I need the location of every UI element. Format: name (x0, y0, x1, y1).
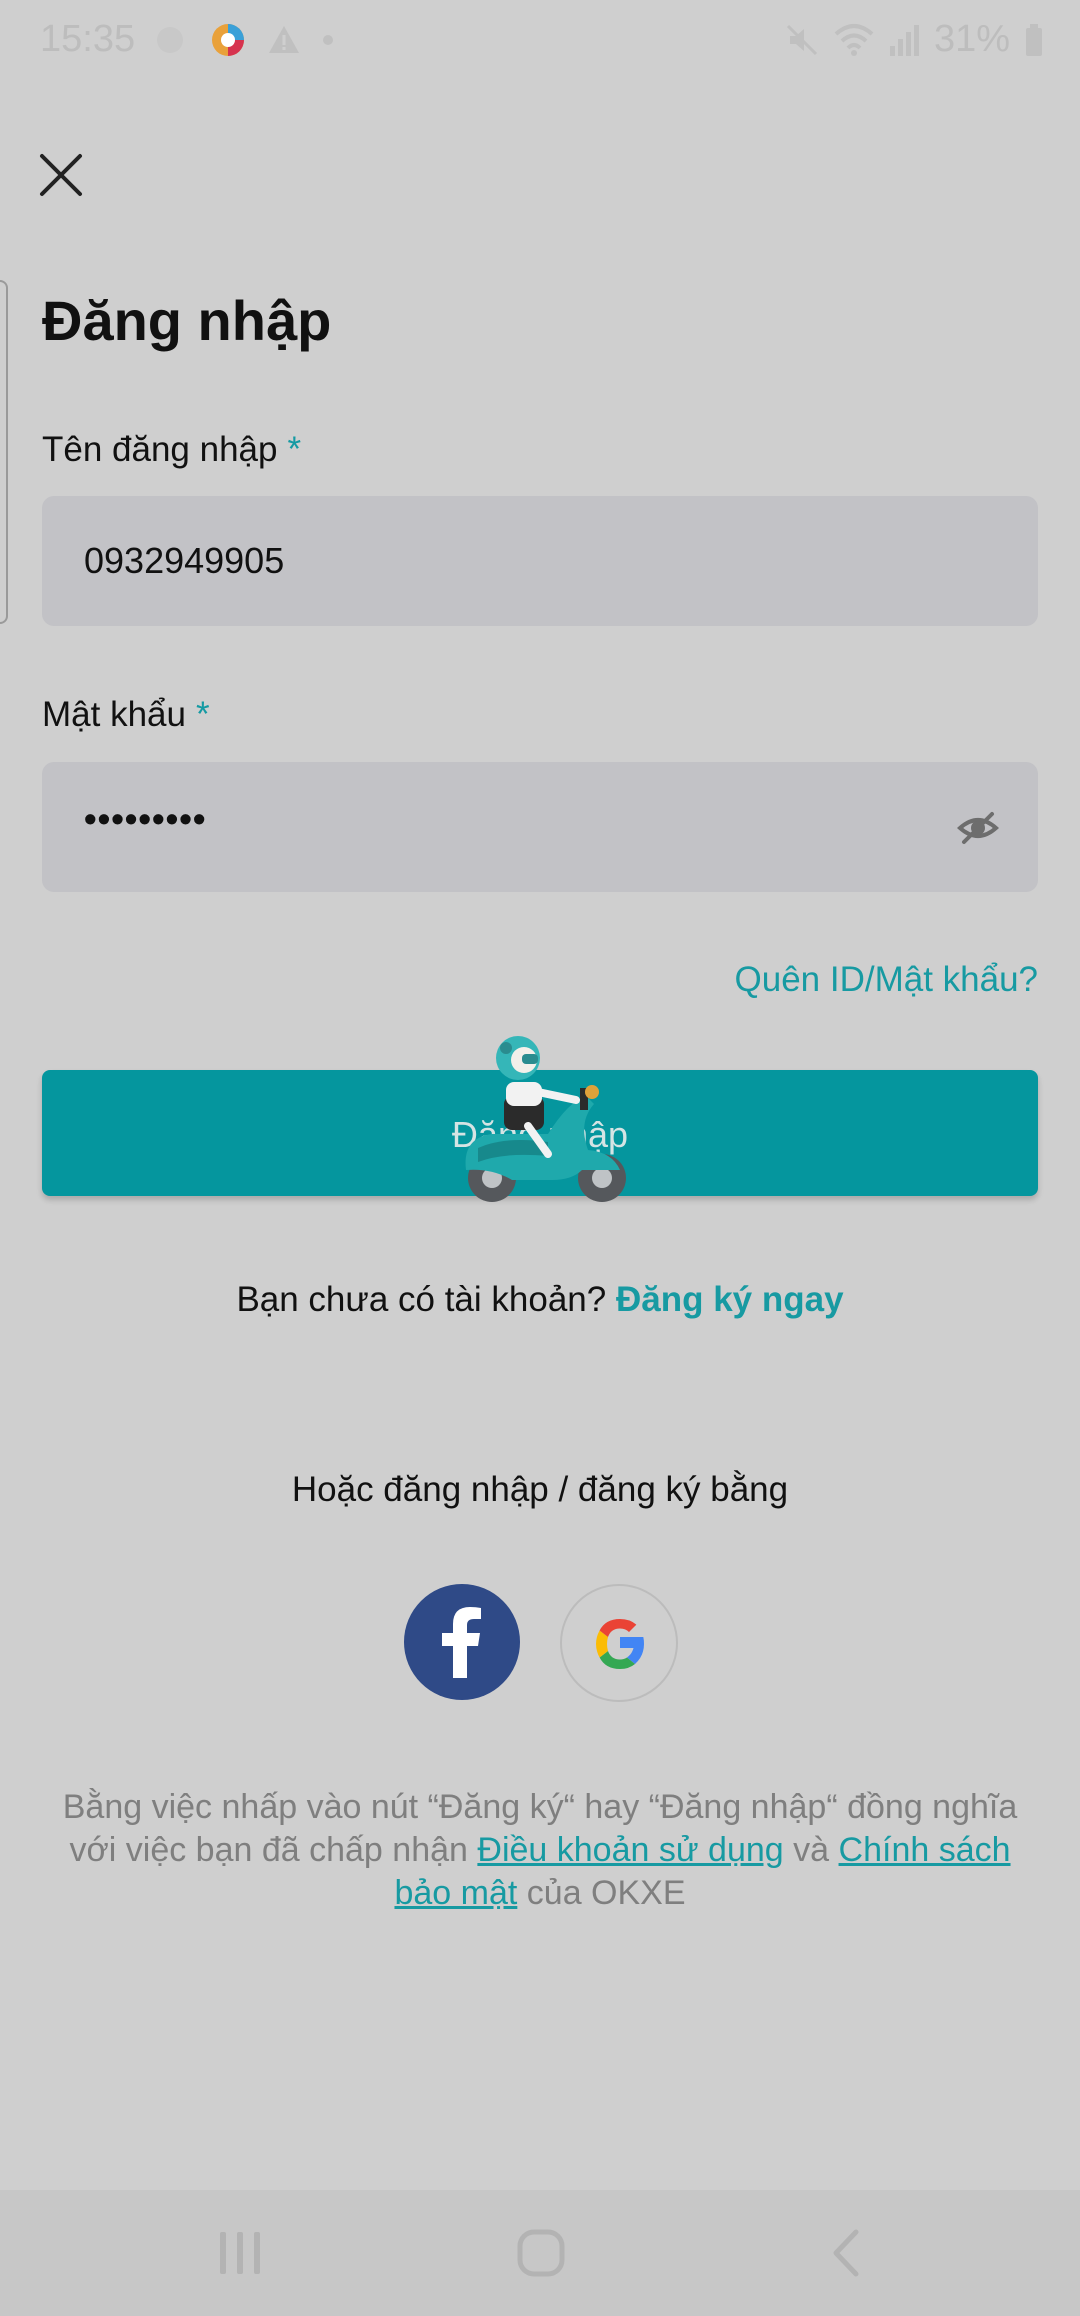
status-bar: 15:35 31% (0, 0, 1080, 80)
signup-prompt: Bạn chưa có tài khoản? (236, 1280, 607, 1319)
side-panel-handle[interactable] (0, 280, 8, 624)
terms-of-use-link[interactable]: Điều khoản sử dụng (477, 1831, 783, 1869)
status-left-icons (150, 20, 336, 60)
password-value: ••••••••• (84, 798, 207, 839)
username-label-text: Tên đăng nhập (42, 430, 278, 469)
mute-icon (786, 24, 817, 55)
terms-text: Bằng việc nhấp vào nút “Đăng ký“ hay “Đă… (60, 1786, 1020, 1915)
dot-icon (323, 35, 333, 45)
required-mark: * (195, 695, 210, 734)
google-login-button[interactable] (560, 1584, 678, 1702)
username-value: 0932949905 (84, 540, 285, 581)
status-right-icons: 31% (784, 18, 1044, 61)
forgot-password-link[interactable]: Quên ID/Mật khẩu? (735, 960, 1039, 1000)
hide-password-icon[interactable] (956, 806, 1000, 850)
app-logo-icon (212, 24, 244, 56)
username-input[interactable]: 0932949905 (42, 496, 1038, 626)
signup-link[interactable]: Đăng ký ngay (616, 1280, 844, 1319)
required-mark: * (287, 430, 302, 469)
password-label-text: Mật khẩu (42, 695, 186, 734)
terms-outro: của OKXE (526, 1874, 686, 1912)
signal-icon (889, 24, 919, 56)
battery-icon (1026, 23, 1042, 56)
wifi-icon (834, 23, 874, 56)
warning-icon (269, 26, 299, 53)
facebook-icon (442, 1607, 481, 1678)
home-icon[interactable] (516, 2228, 566, 2278)
facebook-login-button[interactable] (404, 1584, 520, 1700)
recent-apps-icon[interactable] (216, 2228, 264, 2278)
social-login-heading: Hoặc đăng nhập / đăng ký bằng (291, 1470, 789, 1509)
battery-text: 31% (933, 18, 1010, 60)
signup-row: Bạn chưa có tài khoản? Đăng ký ngay (0, 1280, 1080, 1320)
notification-app-icon (157, 27, 183, 53)
scooter-loading-icon (465, 1036, 626, 1202)
password-label: Mật khẩu * (42, 695, 210, 735)
terms-and: và (793, 1831, 830, 1869)
back-icon[interactable] (826, 2228, 866, 2278)
system-nav-bar (0, 2190, 1080, 2316)
status-time: 15:35 (40, 18, 136, 60)
close-icon[interactable] (36, 150, 86, 200)
page-title: Đăng nhập (42, 289, 332, 352)
username-label: Tên đăng nhập * (42, 430, 301, 470)
password-input[interactable]: ••••••••• (42, 762, 1038, 892)
google-icon (596, 1619, 644, 1669)
